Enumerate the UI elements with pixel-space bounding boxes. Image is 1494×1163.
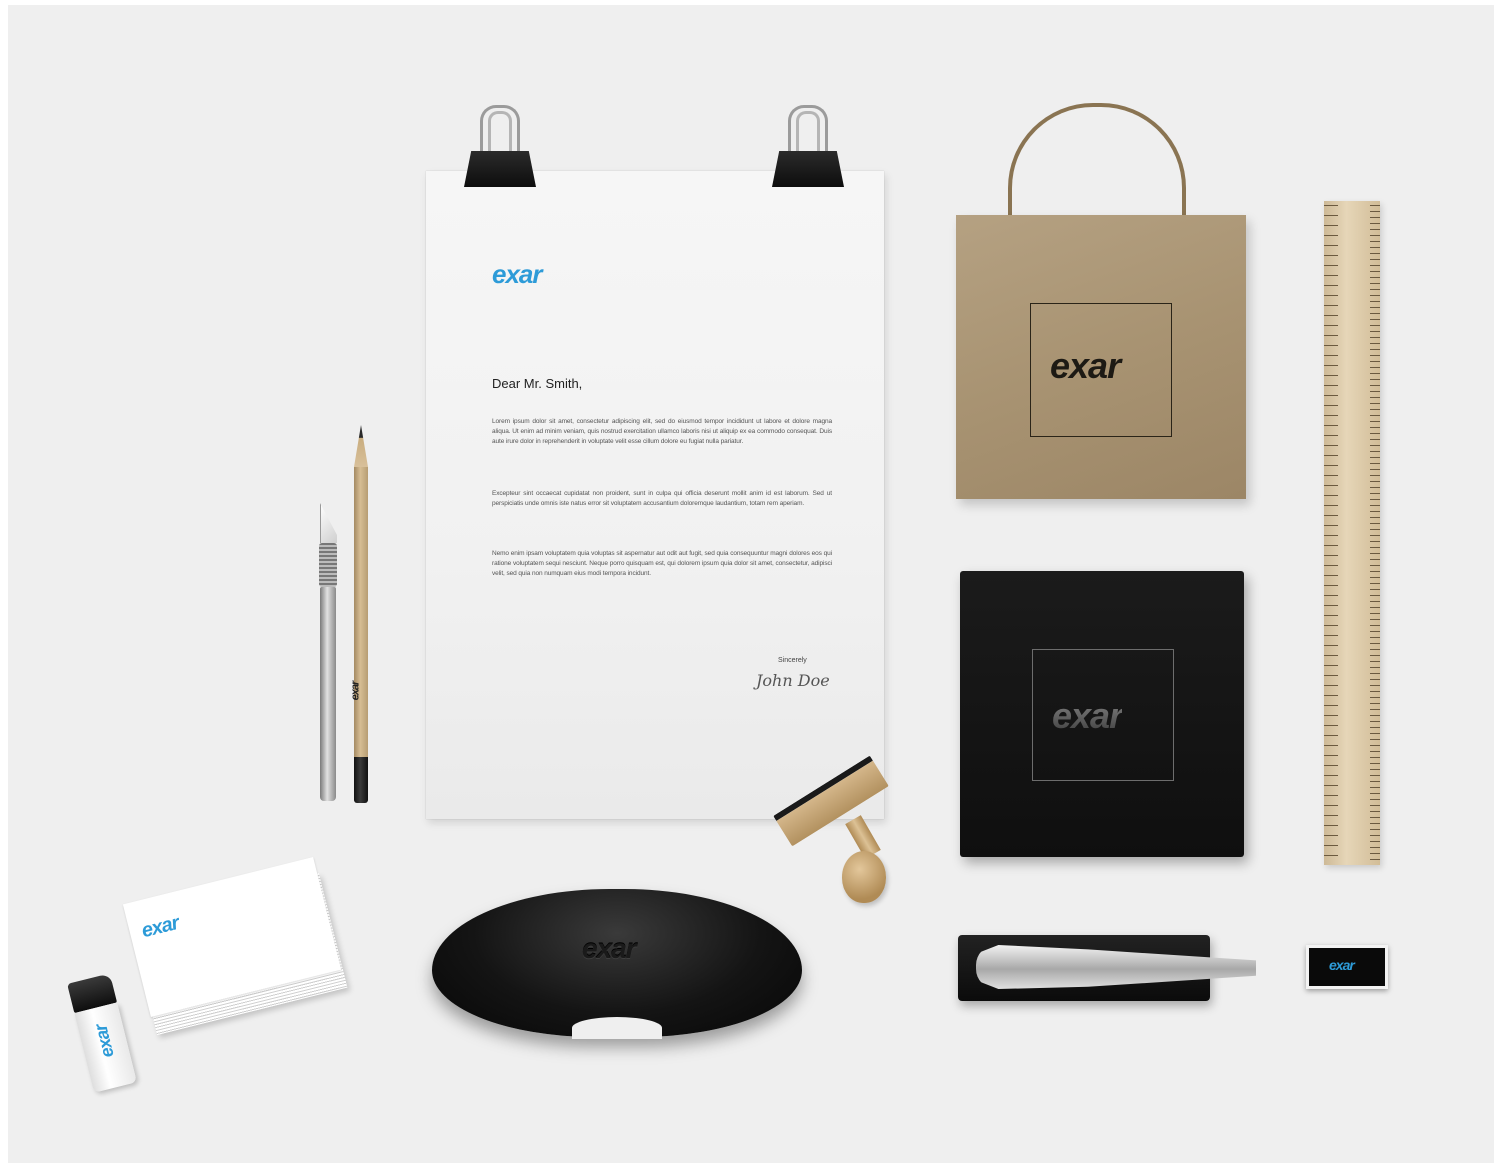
box-logo: exar: [1052, 695, 1123, 736]
ruler-ticks-right: [1370, 205, 1380, 861]
letter-paragraph-1: Lorem ipsum dolor sit amet, consectetur …: [492, 418, 832, 445]
knife-handle: [320, 587, 336, 801]
binder-clip-left: [464, 105, 536, 195]
pencil-end: [354, 757, 368, 803]
lighter: exar: [67, 973, 137, 1093]
craft-knife: [318, 503, 338, 801]
letter-signature: John Doe: [756, 671, 830, 690]
pencil-logo: exar: [349, 681, 362, 701]
usb-logo: exar: [1329, 957, 1355, 973]
pencil: exar: [349, 425, 368, 803]
letter-paragraph-3: Nemo enim ipsam voluptatem quia voluptas…: [492, 550, 832, 577]
knife-blade: [320, 503, 337, 543]
letter-closing: Sincerely: [778, 657, 807, 664]
binder-clip-right: [772, 105, 844, 195]
paper-bag: exar: [956, 215, 1246, 499]
business-card-logo: exar: [139, 911, 181, 943]
letterhead-logo: exar: [492, 259, 542, 289]
glasses-case-logo: exar: [582, 933, 637, 964]
usb-drive: exar: [1306, 945, 1388, 989]
letter-paragraph-2: Excepteur sint occaecat cupidatat non pr…: [492, 490, 832, 507]
pencil-tip: [354, 425, 368, 467]
wooden-ruler: [1324, 201, 1380, 865]
glasses-case: exar: [432, 889, 802, 1039]
ruler-ticks-left: [1324, 205, 1338, 861]
letterhead-paper: exar Dear Mr. Smith, Lorem ipsum dolor s…: [426, 171, 884, 819]
pencil-shaft: [354, 467, 368, 757]
stapler-arm: [976, 945, 1256, 989]
knife-grip: [319, 543, 337, 587]
stationery-mockup-scene: exar exar Dear Mr. Smith, Lorem ipsum do…: [8, 5, 1494, 1163]
black-gift-box: exar: [960, 571, 1244, 857]
letter-greeting: Dear Mr. Smith,: [492, 376, 583, 391]
rubber-stamp-knob: [842, 851, 886, 903]
bag-logo: exar: [1050, 345, 1121, 386]
